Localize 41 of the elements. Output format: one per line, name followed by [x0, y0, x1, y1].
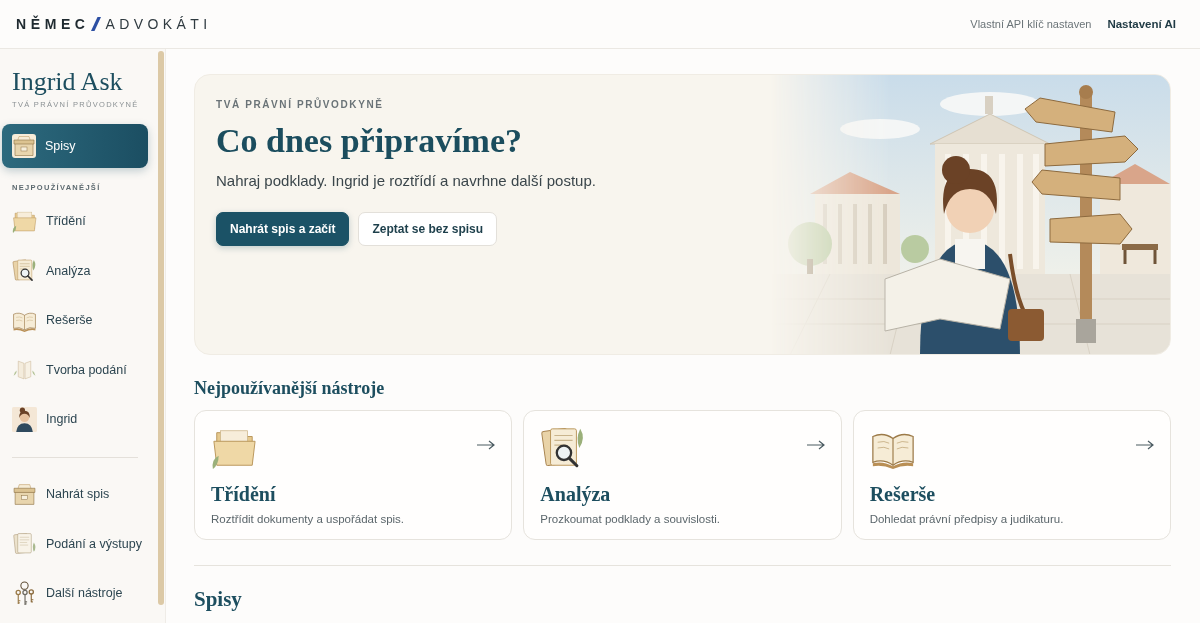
sidebar-item[interactable]: Tvorba podání	[2, 347, 148, 392]
sidebar-item[interactable]: Ingrid	[2, 397, 148, 441]
tool-description: Roztřídit dokumenty a uspořádat spis.	[211, 512, 406, 527]
box-icon	[12, 134, 36, 158]
tool-title: Analýza	[540, 482, 612, 506]
sidebar-item[interactable]: Rešerše	[2, 298, 148, 342]
section-title: Nejpoužívanější nástroje	[194, 377, 386, 399]
arrow-right-icon	[806, 440, 825, 450]
ai-settings-link[interactable]: Nastavení AI	[1107, 18, 1176, 30]
hero-text: Nahraj podklady. Ingrid je roztřídí a navrhne další postup.	[216, 171, 596, 191]
sidebar-item[interactable]: Podání a výstupy	[2, 521, 148, 566]
avatar-icon	[12, 406, 37, 432]
tool-description: Prozkoumat podklady a souvislosti.	[540, 512, 721, 527]
arrow-right-icon	[477, 440, 496, 450]
arrow-right-icon	[1136, 440, 1154, 450]
tool-title: Rešerše	[869, 482, 937, 506]
sidebar-item[interactable]: Třídění	[2, 199, 148, 243]
app-title: Ingrid Ask	[12, 67, 124, 97]
section-title: Spisy	[194, 587, 243, 611]
tool-title: Třídění	[211, 482, 277, 506]
hero-eyebrow: TVÁ PRÁVNÍ PRŮVODKYNĚ	[216, 99, 384, 111]
tool-card[interactable]: Analýza Prozkoumat podklady a souvislosti.	[523, 410, 842, 540]
tool-card[interactable]: Třídění Roztřídit dokumenty a uspořádat spis.	[194, 410, 513, 540]
upload-button[interactable]: Nahrát spis a začít	[216, 212, 350, 246]
box-icon	[12, 481, 37, 507]
tool-card[interactable]: Rešerše Dohledat právní předpisy a judikaturu.	[852, 410, 1171, 540]
hero-title: Co dnes připravíme?	[216, 121, 522, 161]
magnifier-document-icon	[12, 258, 37, 283]
scrollbar[interactable]	[158, 51, 164, 605]
folder-icon	[12, 208, 37, 234]
ask-button[interactable]: Zeptat se bez spisu	[358, 212, 498, 246]
sidebar-item[interactable]: Analýza	[2, 248, 148, 293]
sidebar-item[interactable]: Spisy	[2, 124, 148, 168]
api-key-status: Vlastní API klíč nastaven	[970, 18, 1092, 30]
sidebar-item[interactable]: Nahrát spis	[2, 472, 148, 516]
tool-description: Dohledat právní předpisy a judikaturu.	[869, 512, 1065, 527]
logo-text: ADVOKÁTI	[105, 16, 212, 32]
documents-icon	[12, 531, 37, 556]
sidebar-item[interactable]: Další nástroje	[2, 571, 148, 615]
logo-text: NĚMEC	[16, 16, 90, 32]
slash-icon	[90, 17, 101, 31]
